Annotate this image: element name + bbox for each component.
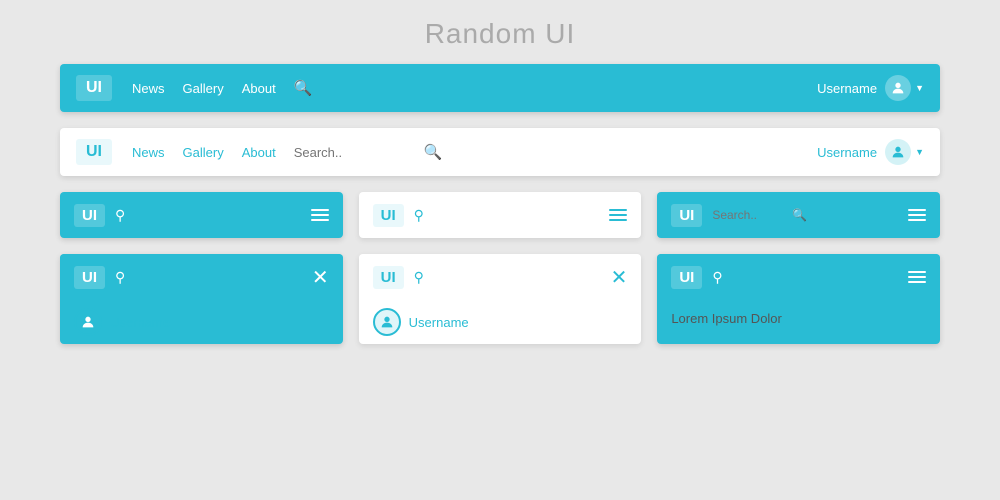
small-brand-w1: UI (373, 204, 404, 227)
close-icon-b1[interactable]: ✕ (312, 265, 329, 290)
card-blue-2: UI ⚲ Lorem Ipsum Dolor (657, 254, 940, 344)
close-icon-w1[interactable]: ✕ (611, 265, 628, 290)
search-box-row: 🔍 (712, 208, 810, 222)
card-body-b2: Lorem Ipsum Dolor (657, 300, 940, 338)
search-icon-bs[interactable]: 🔍 (792, 208, 807, 222)
small-nav-row-1: UI ⚲ UI ⚲ UI 🔍 (60, 192, 940, 238)
username-b1: Username (110, 315, 170, 330)
small-brand-b1: UI (74, 204, 105, 227)
small-brand-cb2: UI (671, 266, 702, 289)
user-avatar-icon-w1 (379, 314, 395, 330)
username-label-2: Username (817, 145, 877, 160)
page-title: Random UI (0, 0, 1000, 64)
search-icon-s1[interactable]: ⚲ (115, 207, 125, 224)
user-row-b1: Username (60, 300, 343, 344)
hamburger-icon-w1[interactable] (609, 209, 627, 221)
user-avatar-icon-b1 (80, 314, 96, 330)
dropdown-arrow-1[interactable]: ▼ (915, 83, 924, 93)
small-brand-bs: UI (671, 204, 702, 227)
search-icon-sw1[interactable]: ⚲ (414, 207, 424, 224)
navbar-white-full: UI News Gallery About 🔍 Username ▼ (60, 128, 940, 176)
nav-link-gallery-1[interactable]: Gallery (183, 81, 224, 96)
search-input-small[interactable] (712, 208, 792, 222)
search-icon-2[interactable]: 🔍 (424, 143, 443, 161)
lorem-text: Lorem Ipsum Dolor (671, 311, 782, 326)
small-brand-cw1: UI (373, 266, 404, 289)
search-icon-1[interactable]: 🔍 (294, 79, 313, 97)
hamburger-icon-cb2[interactable] (908, 271, 926, 283)
avatar-1 (885, 75, 911, 101)
search-input-2[interactable] (294, 145, 424, 160)
nav-link-gallery-2[interactable]: Gallery (183, 145, 224, 160)
user-row-w1: Username (359, 300, 642, 344)
search-icon-cb1[interactable]: ⚲ (115, 269, 125, 286)
small-navbar-blue-search: UI 🔍 (657, 192, 940, 238)
search-icon-cb2[interactable]: ⚲ (712, 269, 722, 286)
nav-link-news-2[interactable]: News (132, 145, 165, 160)
navbar-blue-full: UI News Gallery About 🔍 Username ▼ (60, 64, 940, 112)
brand-2: UI (76, 139, 112, 165)
small-brand-cb1: UI (74, 266, 105, 289)
user-menu-2[interactable]: Username ▼ (817, 139, 924, 165)
card-header-blue-1: UI ⚲ ✕ (60, 254, 343, 300)
card-white-1: UI ⚲ ✕ Username (359, 254, 642, 344)
username-w1: Username (409, 315, 469, 330)
card-header-white-1: UI ⚲ ✕ (359, 254, 642, 300)
small-navbar-white-1: UI ⚲ (359, 192, 642, 238)
nav-link-about-1[interactable]: About (242, 81, 276, 96)
nav-link-news-1[interactable]: News (132, 81, 165, 96)
small-nav-row-2: UI ⚲ ✕ Username UI ⚲ ✕ (60, 254, 940, 344)
dropdown-arrow-2[interactable]: ▼ (915, 147, 924, 157)
username-label-1: Username (817, 81, 877, 96)
card-blue-1: UI ⚲ ✕ Username (60, 254, 343, 344)
user-menu-1[interactable]: Username ▼ (817, 75, 924, 101)
search-icon-cw1[interactable]: ⚲ (414, 269, 424, 286)
small-navbar-blue-1: UI ⚲ (60, 192, 343, 238)
card-header-blue-2: UI ⚲ (657, 254, 940, 300)
avatar-2 (885, 139, 911, 165)
hamburger-icon-bs[interactable] (908, 209, 926, 221)
hamburger-icon-b1[interactable] (311, 209, 329, 221)
brand-1: UI (76, 75, 112, 101)
nav-link-about-2[interactable]: About (242, 145, 276, 160)
